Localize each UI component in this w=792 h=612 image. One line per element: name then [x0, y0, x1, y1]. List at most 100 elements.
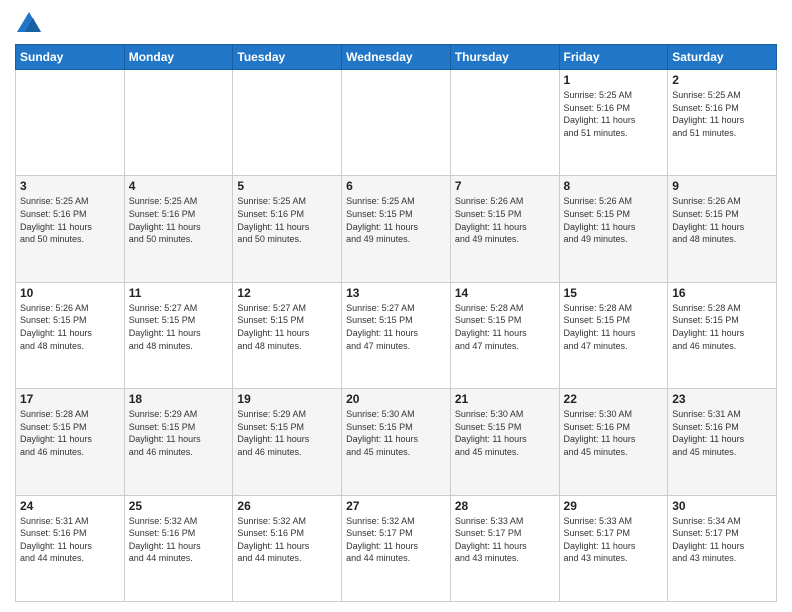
header-row: SundayMondayTuesdayWednesdayThursdayFrid…	[16, 45, 777, 70]
day-number: 24	[20, 499, 120, 513]
day-number: 8	[564, 179, 664, 193]
day-number: 26	[237, 499, 337, 513]
day-cell-1: 1Sunrise: 5:25 AMSunset: 5:16 PMDaylight…	[559, 70, 668, 176]
day-info: Sunrise: 5:32 AMSunset: 5:16 PMDaylight:…	[129, 515, 229, 565]
day-info: Sunrise: 5:34 AMSunset: 5:17 PMDaylight:…	[672, 515, 772, 565]
day-number: 13	[346, 286, 446, 300]
day-info: Sunrise: 5:28 AMSunset: 5:15 PMDaylight:…	[20, 408, 120, 458]
day-cell-9: 9Sunrise: 5:26 AMSunset: 5:15 PMDaylight…	[668, 176, 777, 282]
logo	[15, 10, 47, 38]
week-row-4: 24 Sunrise: 5:31 AMSunset: 5:16 PMDayligh…	[16, 495, 777, 601]
day-header-thursday: Thursday	[450, 45, 559, 70]
day-cell-16: 16 Sunrise: 5:28 AMSunset: 5:15 PMDayligh…	[668, 282, 777, 388]
day-number: 12	[237, 286, 337, 300]
day-number: 2	[672, 73, 772, 87]
day-cell-22: 22 Sunrise: 5:30 AMSunset: 5:16 PMDayligh…	[559, 389, 668, 495]
day-number: 29	[564, 499, 664, 513]
empty-cell	[124, 70, 233, 176]
day-header-monday: Monday	[124, 45, 233, 70]
calendar-table: SundayMondayTuesdayWednesdayThursdayFrid…	[15, 44, 777, 602]
day-cell-11: 11 Sunrise: 5:27 AMSunset: 5:15 PMDayligh…	[124, 282, 233, 388]
day-number: 21	[455, 392, 555, 406]
day-cell-15: 15 Sunrise: 5:28 AMSunset: 5:15 PMDayligh…	[559, 282, 668, 388]
day-number: 5	[237, 179, 337, 193]
day-number: 18	[129, 392, 229, 406]
day-number: 11	[129, 286, 229, 300]
calendar-body: 1 Sunrise: 5:25 AMSunset: 5:16 PMDaylight…	[16, 70, 777, 602]
day-cell-10: 10 Sunrise: 5:26 AMSunset: 5:15 PMDayligh…	[16, 282, 125, 388]
day-header-saturday: Saturday	[668, 45, 777, 70]
day-cell-29: 29 Sunrise: 5:33 AMSunset: 5:17 PMDayligh…	[559, 495, 668, 601]
day-cell-3: 3Sunrise: 5:25 AMSunset: 5:16 PMDaylight…	[16, 176, 125, 282]
day-cell-14: 14 Sunrise: 5:28 AMSunset: 5:15 PMDayligh…	[450, 282, 559, 388]
day-number: 19	[237, 392, 337, 406]
week-row-0: 1 Sunrise: 5:25 AMSunset: 5:16 PMDaylight…	[16, 70, 777, 176]
day-number: 15	[564, 286, 664, 300]
day-cell-20: 20 Sunrise: 5:30 AMSunset: 5:15 PMDayligh…	[342, 389, 451, 495]
header	[15, 10, 777, 38]
logo-icon	[15, 10, 43, 38]
day-info: Sunrise: 5:30 AMSunset: 5:15 PMDaylight:…	[346, 408, 446, 458]
day-header-sunday: Sunday	[16, 45, 125, 70]
day-number: 27	[346, 499, 446, 513]
day-info: Sunrise: 5:32 AMSunset: 5:17 PMDaylight:…	[346, 515, 446, 565]
calendar-header: SundayMondayTuesdayWednesdayThursdayFrid…	[16, 45, 777, 70]
day-info: Sunrise: 5:25 AMSunset: 5:16 PMDaylight:…	[672, 89, 772, 139]
day-number: 6	[346, 179, 446, 193]
day-cell-17: 17 Sunrise: 5:28 AMSunset: 5:15 PMDayligh…	[16, 389, 125, 495]
week-row-1: 3Sunrise: 5:25 AMSunset: 5:16 PMDaylight…	[16, 176, 777, 282]
day-cell-25: 25Sunrise: 5:32 AMSunset: 5:16 PMDayligh…	[124, 495, 233, 601]
empty-cell	[233, 70, 342, 176]
day-info: Sunrise: 5:31 AMSunset: 5:16 PMDaylight:…	[672, 408, 772, 458]
day-info: Sunrise: 5:25 AMSunset: 5:16 PMDaylight:…	[237, 195, 337, 245]
day-info: Sunrise: 5:26 AMSunset: 5:15 PMDaylight:…	[20, 302, 120, 352]
day-cell-12: 12 Sunrise: 5:27 AMSunset: 5:15 PMDayligh…	[233, 282, 342, 388]
day-number: 22	[564, 392, 664, 406]
day-cell-24: 24 Sunrise: 5:31 AMSunset: 5:16 PMDayligh…	[16, 495, 125, 601]
day-info: Sunrise: 5:31 AMSunset: 5:16 PMDaylight:…	[20, 515, 120, 565]
day-number: 28	[455, 499, 555, 513]
day-cell-8: 8 Sunrise: 5:26 AMSunset: 5:15 PMDaylight…	[559, 176, 668, 282]
day-cell-13: 13 Sunrise: 5:27 AMSunset: 5:15 PMDayligh…	[342, 282, 451, 388]
day-number: 1	[564, 73, 664, 87]
day-number: 30	[672, 499, 772, 513]
day-number: 14	[455, 286, 555, 300]
day-cell-26: 26 Sunrise: 5:32 AMSunset: 5:16 PMDayligh…	[233, 495, 342, 601]
day-number: 20	[346, 392, 446, 406]
day-info: Sunrise: 5:29 AMSunset: 5:15 PMDaylight:…	[237, 408, 337, 458]
day-cell-6: 6 Sunrise: 5:25 AMSunset: 5:15 PMDaylight…	[342, 176, 451, 282]
day-number: 23	[672, 392, 772, 406]
day-number: 10	[20, 286, 120, 300]
day-info: Sunrise: 5:32 AMSunset: 5:16 PMDaylight:…	[237, 515, 337, 565]
day-number: 17	[20, 392, 120, 406]
day-number: 4	[129, 179, 229, 193]
day-header-tuesday: Tuesday	[233, 45, 342, 70]
page: SundayMondayTuesdayWednesdayThursdayFrid…	[0, 0, 792, 612]
day-number: 16	[672, 286, 772, 300]
day-info: Sunrise: 5:27 AMSunset: 5:15 PMDaylight:…	[346, 302, 446, 352]
day-info: Sunrise: 5:30 AMSunset: 5:16 PMDaylight:…	[564, 408, 664, 458]
day-info: Sunrise: 5:27 AMSunset: 5:15 PMDaylight:…	[129, 302, 229, 352]
day-info: Sunrise: 5:28 AMSunset: 5:15 PMDaylight:…	[672, 302, 772, 352]
day-cell-19: 19 Sunrise: 5:29 AMSunset: 5:15 PMDayligh…	[233, 389, 342, 495]
day-info: Sunrise: 5:29 AMSunset: 5:15 PMDaylight:…	[129, 408, 229, 458]
day-cell-5: 5 Sunrise: 5:25 AMSunset: 5:16 PMDaylight…	[233, 176, 342, 282]
day-info: Sunrise: 5:26 AMSunset: 5:15 PMDaylight:…	[564, 195, 664, 245]
day-header-wednesday: Wednesday	[342, 45, 451, 70]
day-cell-2: 2 Sunrise: 5:25 AMSunset: 5:16 PMDaylight…	[668, 70, 777, 176]
day-info: Sunrise: 5:25 AMSunset: 5:16 PMDaylight:…	[129, 195, 229, 245]
day-cell-21: 21Sunrise: 5:30 AMSunset: 5:15 PMDayligh…	[450, 389, 559, 495]
empty-cell	[342, 70, 451, 176]
day-info: Sunrise: 5:28 AMSunset: 5:15 PMDaylight:…	[564, 302, 664, 352]
day-info: Sunrise: 5:33 AMSunset: 5:17 PMDaylight:…	[455, 515, 555, 565]
week-row-3: 17 Sunrise: 5:28 AMSunset: 5:15 PMDayligh…	[16, 389, 777, 495]
day-info: Sunrise: 5:33 AMSunset: 5:17 PMDaylight:…	[564, 515, 664, 565]
day-cell-23: 23 Sunrise: 5:31 AMSunset: 5:16 PMDayligh…	[668, 389, 777, 495]
day-info: Sunrise: 5:25 AMSunset: 5:15 PMDaylight:…	[346, 195, 446, 245]
day-info: Sunrise: 5:27 AMSunset: 5:15 PMDaylight:…	[237, 302, 337, 352]
day-info: Sunrise: 5:26 AMSunset: 5:15 PMDaylight:…	[672, 195, 772, 245]
day-cell-7: 7Sunrise: 5:26 AMSunset: 5:15 PMDaylight…	[450, 176, 559, 282]
day-info: Sunrise: 5:28 AMSunset: 5:15 PMDaylight:…	[455, 302, 555, 352]
day-info: Sunrise: 5:26 AMSunset: 5:15 PMDaylight:…	[455, 195, 555, 245]
week-row-2: 10 Sunrise: 5:26 AMSunset: 5:15 PMDayligh…	[16, 282, 777, 388]
